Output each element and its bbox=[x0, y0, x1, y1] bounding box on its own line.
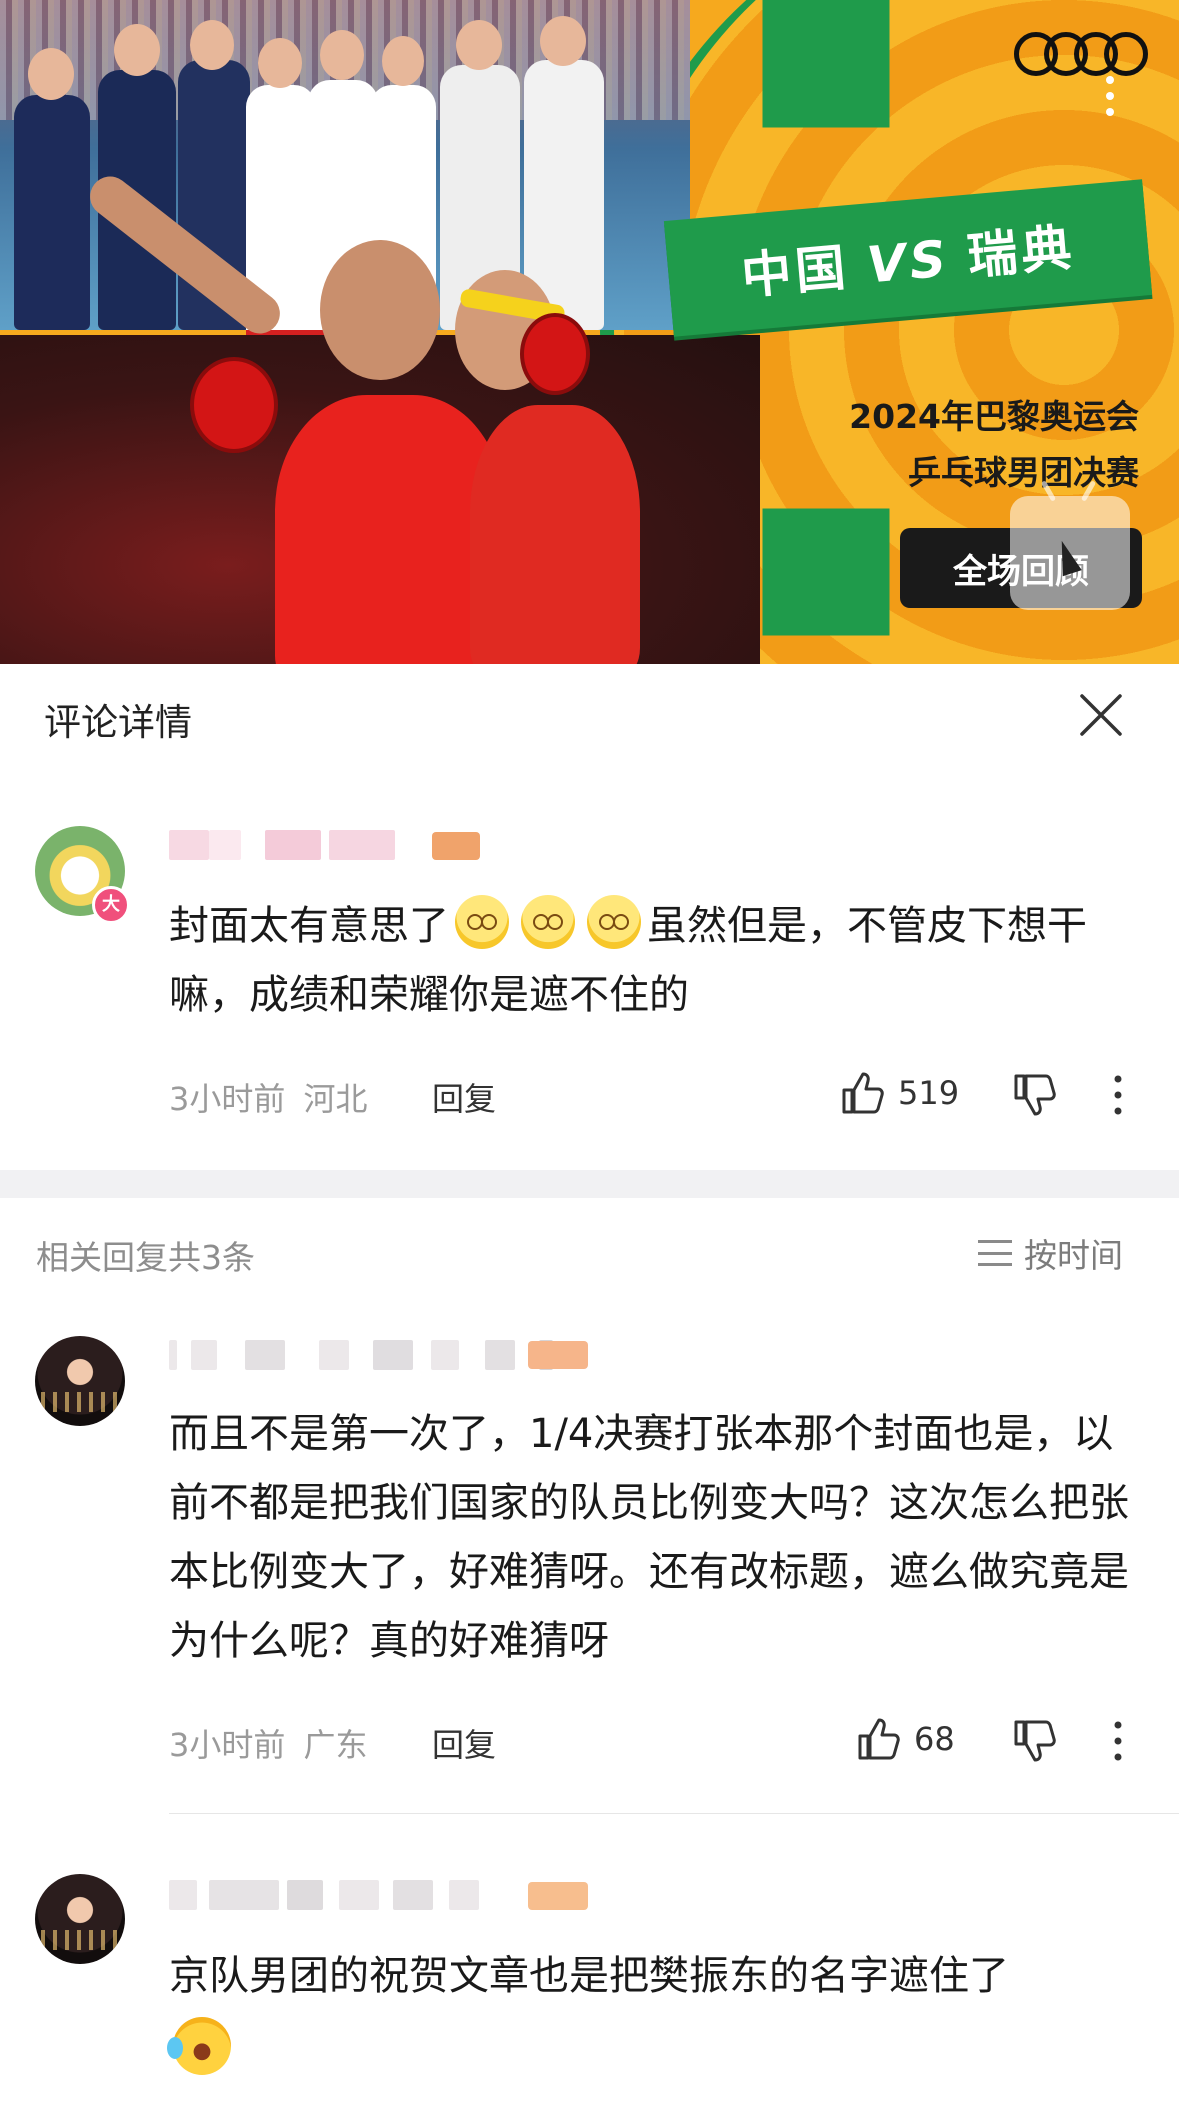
user-level-badge bbox=[432, 832, 480, 860]
thumbs-down-icon[interactable] bbox=[1012, 1072, 1058, 1118]
thumbs-up-icon[interactable] bbox=[856, 1716, 902, 1762]
player-figure bbox=[470, 405, 640, 664]
close-icon[interactable] bbox=[1076, 690, 1126, 740]
athlete-figure bbox=[14, 95, 90, 330]
event-title-line2: 乒乓球男团决赛 bbox=[908, 453, 1139, 492]
athlete-head bbox=[28, 48, 74, 100]
athlete-head bbox=[258, 38, 302, 88]
reply-button[interactable]: 回复 bbox=[432, 1720, 496, 1766]
player-head bbox=[320, 240, 440, 380]
username-redacted[interactable] bbox=[169, 1880, 529, 1910]
avatar-badge: 大 bbox=[92, 886, 130, 924]
reply-text-part: 京队男团的祝贺文章也是把樊振东的名字遮住了 bbox=[169, 1953, 1009, 1999]
panel-title: 评论详情 bbox=[44, 701, 192, 744]
more-options-icon[interactable] bbox=[1112, 1720, 1124, 1762]
comment-time: 3小时前 bbox=[169, 1080, 286, 1118]
dizzy-face-emoji-icon bbox=[455, 895, 509, 949]
table-tennis-paddle-icon bbox=[520, 313, 590, 395]
thumbs-up-icon[interactable] bbox=[840, 1070, 886, 1116]
reply-button[interactable]: 回复 bbox=[432, 1074, 496, 1120]
more-options-icon[interactable] bbox=[1112, 1074, 1124, 1116]
event-title-line1: 2024年巴黎奥运会 bbox=[849, 397, 1139, 436]
reply-text: 而且不是第一次了，1/4决赛打张本那个封面也是，以前不都是把我们国家的队员比例变… bbox=[169, 1411, 1129, 1664]
olympic-rings-icon bbox=[1014, 32, 1148, 88]
like-count: 519 bbox=[898, 1074, 960, 1112]
video-cover[interactable]: 中国VS瑞典 2024年巴黎奥运会 乒乓球男团决赛 全场回顾 bbox=[0, 0, 1179, 664]
athlete-head bbox=[540, 16, 586, 66]
reply-divider bbox=[169, 1813, 1179, 1814]
like-count: 68 bbox=[914, 1720, 955, 1758]
dizzy-face-emoji-icon bbox=[521, 895, 575, 949]
tears-of-joy-emoji-icon bbox=[167, 2017, 231, 2075]
vs-label: VS bbox=[864, 229, 953, 295]
comment-text-part: 封面太有意思了 bbox=[169, 903, 449, 949]
sort-by-time-toggle[interactable]: 按时间 bbox=[978, 1229, 1123, 1277]
athlete-head bbox=[456, 20, 502, 70]
dizzy-face-emoji-icon bbox=[587, 895, 641, 949]
username-redacted[interactable] bbox=[169, 830, 399, 860]
comment-text: 封面太有意思了 虽然但是，不管皮下想干嘛，成绩和荣耀你是遮不住的 bbox=[169, 892, 1129, 1030]
avatar[interactable] bbox=[35, 1874, 125, 1964]
thumbs-down-icon[interactable] bbox=[1012, 1718, 1058, 1764]
user-level-badge bbox=[528, 1341, 588, 1369]
related-replies-count: 相关回复共3条 bbox=[36, 1238, 255, 1277]
team-sweden-label: 瑞典 bbox=[964, 218, 1078, 286]
reply-time: 3小时前 bbox=[169, 1726, 286, 1764]
athlete-head bbox=[114, 24, 160, 76]
comment-meta: 3小时前 河北 bbox=[169, 1074, 368, 1120]
list-sort-icon bbox=[978, 1240, 1012, 1266]
reply-text: 京队男团的祝贺文章也是把樊振东的名字遮住了 bbox=[167, 1942, 1129, 2087]
sort-label: 按时间 bbox=[1024, 1236, 1123, 1275]
reply-location: 广东 bbox=[303, 1726, 368, 1764]
section-divider bbox=[0, 1170, 1179, 1198]
table-tennis-paddle-icon bbox=[190, 357, 278, 453]
more-options-icon[interactable] bbox=[1106, 76, 1114, 124]
athlete-head bbox=[320, 30, 364, 80]
comment-location: 河北 bbox=[303, 1080, 368, 1118]
athlete-head bbox=[382, 36, 424, 86]
user-level-badge bbox=[528, 1882, 588, 1910]
team-china-label: 中国 bbox=[739, 238, 852, 306]
athlete-head bbox=[190, 20, 234, 70]
avatar[interactable] bbox=[35, 1336, 125, 1426]
match-action-photo bbox=[0, 168, 760, 664]
reply-meta: 3小时前 广东 bbox=[169, 1720, 368, 1766]
